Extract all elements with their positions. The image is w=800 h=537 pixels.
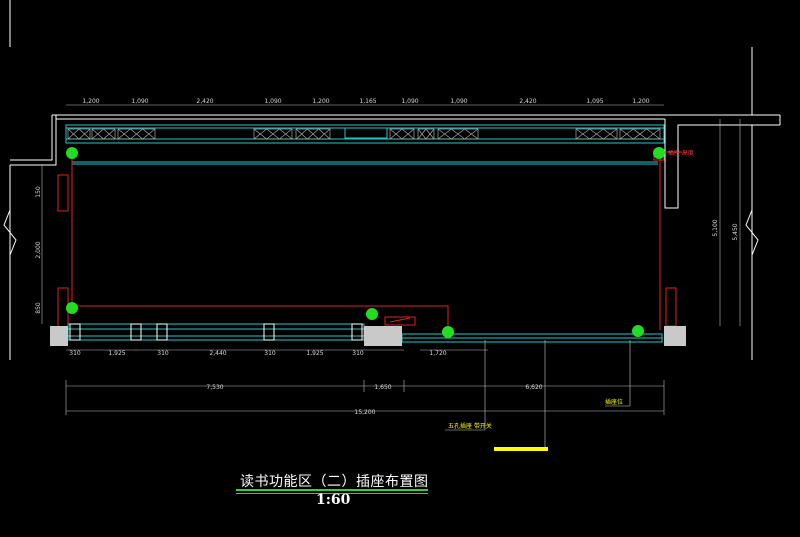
red-wiring (57, 149, 682, 330)
dimension-lines (41, 104, 741, 415)
top-dim-label: 1,165 (359, 98, 376, 105)
pillar-right (664, 326, 686, 346)
bottom-dim-label: 310 (157, 350, 169, 357)
socket-icon (366, 308, 378, 320)
yellow-bar (494, 447, 548, 451)
left-dim-label: 850 (35, 302, 42, 314)
top-dim-label: 1,200 (312, 98, 329, 105)
socket-icon (632, 325, 644, 337)
overall-dim-label: 1,650 (374, 384, 391, 391)
top-window-band (65, 124, 665, 165)
leader-label-2: 五孔插座 带开关 (448, 422, 492, 430)
left-dim-label: 150 (35, 186, 42, 198)
window-cross-box (389, 128, 415, 140)
socket-icon (442, 326, 454, 338)
bottom-dim-label: 310 (352, 350, 364, 357)
socket-icon (653, 147, 665, 159)
title-underline-thick (236, 489, 428, 491)
overall-dim-label: 15,200 (355, 409, 376, 416)
window-cross-box (417, 128, 435, 140)
window-cross-box (67, 128, 91, 140)
top-dim-label: 1,090 (450, 98, 467, 105)
leader-lines (445, 340, 631, 450)
top-dim-label: 1,090 (131, 98, 148, 105)
top-dim-label: 2,420 (196, 98, 213, 105)
bottom-mullions (69, 323, 363, 341)
bottom-dim-label: 2,440 (209, 350, 226, 357)
top-dim-label: 1,090 (401, 98, 418, 105)
red-annotation: 插座 高度 (668, 149, 694, 157)
drawing-title: 读书功能区（二）插座布置图 (240, 474, 429, 490)
pillar-left (50, 326, 68, 346)
bottom-dim-label: 1,925 (108, 350, 125, 357)
window-cross-box (91, 128, 116, 140)
bottom-dim-label: 1,720 (429, 350, 446, 357)
floor-plan-drawing: 1,200 1,090 2,420 1,090 1,200 1,165 1,090 1,090… (3, 0, 781, 451)
pillar-middle (364, 326, 402, 346)
dimension-labels: 1,200 1,090 2,420 1,090 1,200 1,165 1,090 1,090… (35, 98, 739, 416)
socket-icon (66, 302, 78, 314)
top-dim-label: 1,095 (586, 98, 603, 105)
overall-dim-label: 6,620 (525, 384, 542, 391)
top-dim-label: 2,420 (519, 98, 536, 105)
socket-symbols (66, 147, 665, 338)
right-dim-label: 5,100 (712, 219, 719, 236)
leader-label-1: 插座位 (605, 398, 623, 406)
left-dim-label: 2,000 (35, 241, 42, 258)
overall-dim-label: 7,530 (206, 384, 223, 391)
bottom-dim-label: 1,925 (306, 350, 323, 357)
top-dim-label: 1,200 (82, 98, 99, 105)
top-dim-label: 1,200 (632, 98, 649, 105)
top-dim-label: 1,090 (264, 98, 281, 105)
socket-icon (66, 147, 78, 159)
bottom-dim-label: 310 (69, 350, 81, 357)
bottom-dim-label: 310 (264, 350, 276, 357)
right-dim-label: 5,450 (732, 223, 739, 240)
drawing-scale: 1:60 (316, 492, 351, 508)
